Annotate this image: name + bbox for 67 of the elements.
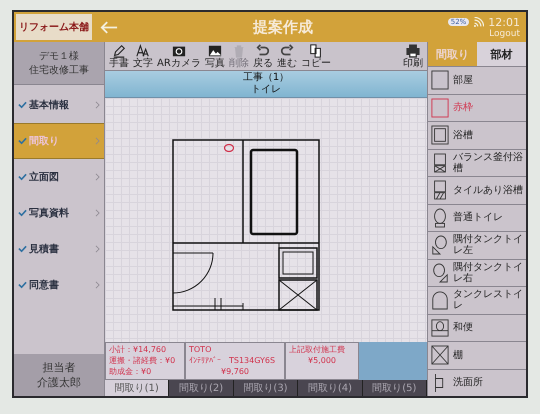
part-item[interactable]: 和便 [428,314,526,341]
chevron-icon [95,209,100,217]
page-tab[interactable]: 間取り(1) [105,380,170,396]
chevron-icon [95,137,100,145]
cost-summary: 上記取付施工費 ¥5,000 [285,342,359,380]
bathtub-icon [431,125,449,146]
part-item[interactable]: タイルあり浴槽 [428,176,526,204]
staff-name: 担当者 介護太郎 [14,354,104,396]
clock: 12:01 [488,16,520,28]
text-icon [136,44,150,58]
chevron-icon [95,173,100,181]
toolbar-button[interactable]: 戻る [250,42,275,70]
toolbar-button[interactable]: 写真 [202,42,227,70]
copy-icon [308,44,323,58]
toilet-icon [431,262,449,283]
part-item[interactable]: バランス釜付浴槽 [428,148,526,176]
cost-summary: TOTO ｲﾝﾃﾘｱﾊﾞｰ TS134GY6S ¥9,760 [185,342,285,380]
page-tab[interactable]: 間取り(2) [169,380,234,396]
panel-tab[interactable]: 部材 [477,42,526,66]
toolbar-button[interactable]: 手書 [107,42,131,70]
image-icon [208,44,222,58]
project-name: デモ１様 住宅改修工事 [14,42,104,85]
sidebar-item[interactable]: 見積書 [14,231,104,267]
printer-icon [406,44,420,58]
sidebar-item[interactable]: 立面図 [14,159,104,195]
sidebar-item[interactable]: 基本情報 [14,87,104,123]
part-item[interactable]: 隅付タンクトイレ左 [428,231,526,258]
bathtub-icon [431,152,449,173]
square-icon [431,98,449,118]
part-item[interactable]: タンクレストイレ [428,286,526,314]
pen-icon [112,44,126,58]
toilet-icon [431,318,449,338]
page-tab[interactable]: 間取り(5) [362,380,428,396]
page-tab[interactable]: 間取り(3) [234,380,298,396]
cost-summary: 小計：¥14,760 運搬・諸経費：¥0 助成金：¥0 [105,342,185,380]
part-item[interactable]: 棚 [428,341,526,368]
back-arrow-icon[interactable] [100,20,118,34]
drawing-title: 工事（1） トイレ [105,71,427,98]
crossed-box-icon [431,345,449,366]
bathtub-icon [431,180,449,200]
part-item[interactable]: 普通トイレ [428,204,526,231]
chevron-icon [95,281,100,289]
toilet-icon [431,208,449,228]
toolbar-button[interactable]: 印刷 [401,42,425,70]
camera-icon [172,44,186,58]
redo-icon [280,44,294,58]
part-item[interactable]: 洗面所 [428,368,526,396]
toolbar-button[interactable]: コピー [298,42,333,70]
page-tab[interactable]: 間取り(4) [298,380,363,396]
logo: リフォーム本舗 [16,14,92,40]
sidebar-item[interactable]: 写真資料 [14,195,104,231]
toilet-icon [431,235,449,256]
undo-icon [256,44,270,58]
wifi-icon [473,16,484,28]
sidebar-item[interactable]: 同意書 [14,267,104,303]
toilet-icon [431,290,449,310]
chevron-icon [95,245,100,253]
screen-title: 提案作成 [252,18,314,36]
toolbar-button[interactable]: 進む [274,42,299,70]
chevron-icon [95,101,100,109]
part-item[interactable]: 隅付タンクトイレ右 [428,258,526,286]
part-item[interactable]: 部屋 [428,66,526,94]
toolbar-button[interactable]: 文字 [131,42,155,70]
toolbar-button[interactable]: ARカメラ [155,42,203,70]
square-icon [431,70,449,90]
part-item[interactable]: 浴槽 [428,121,526,148]
trash-icon [232,44,246,58]
